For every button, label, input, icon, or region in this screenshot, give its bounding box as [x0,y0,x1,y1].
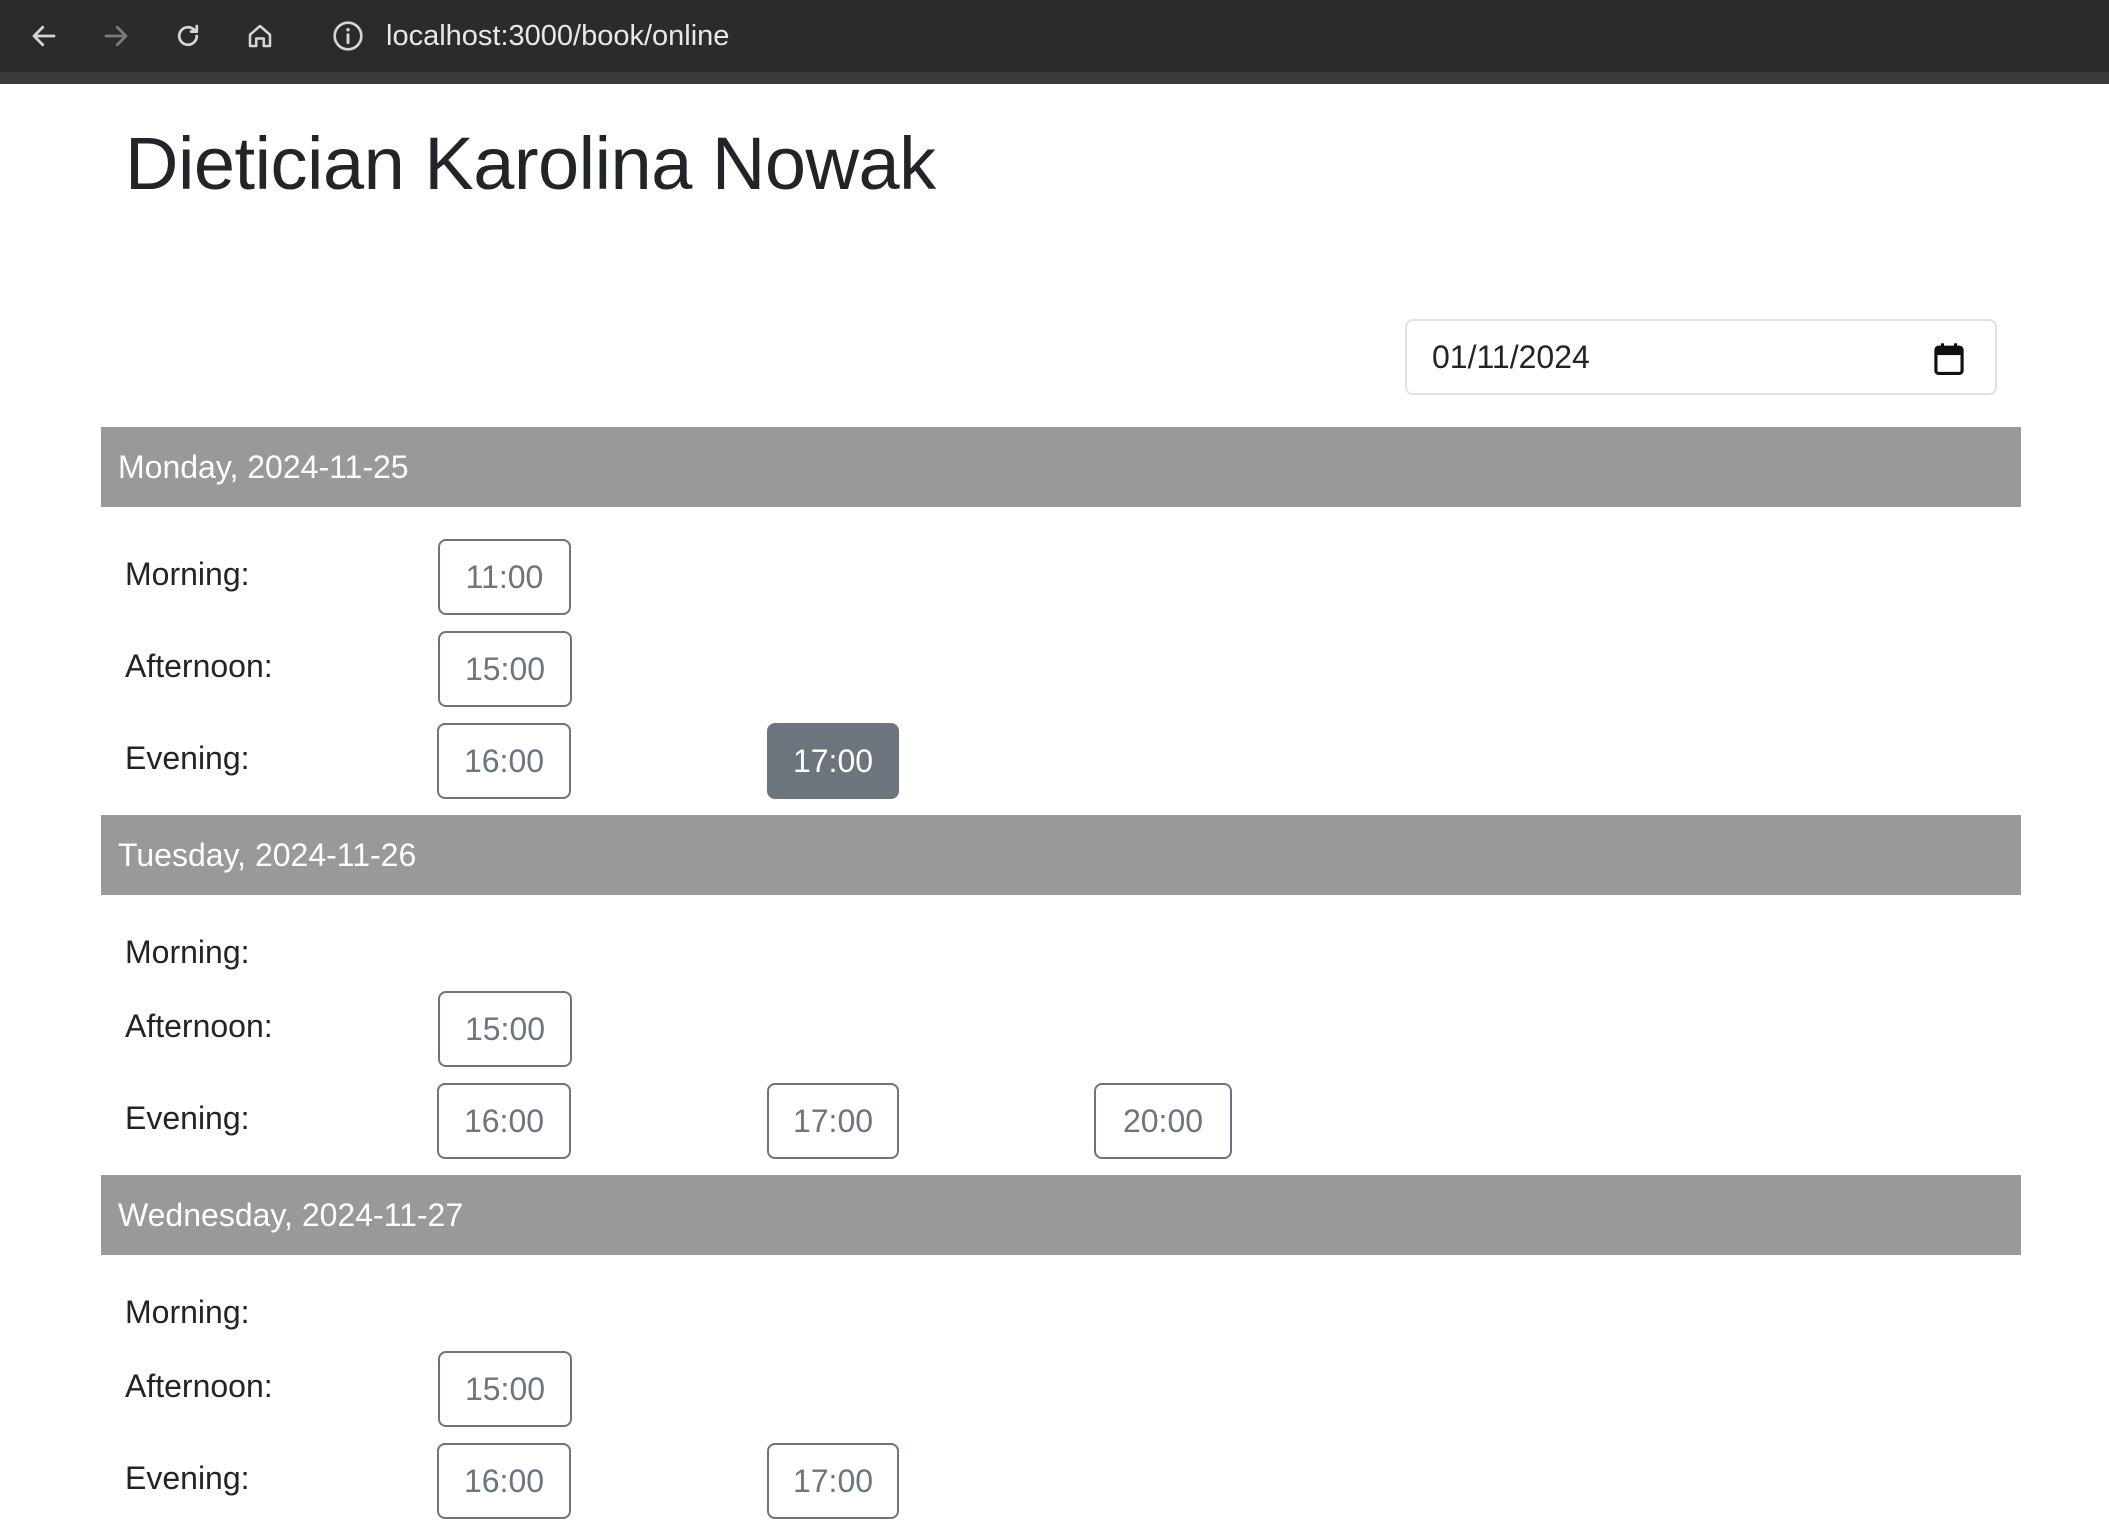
date-picker-input[interactable]: 01/11/2024 [1405,319,1997,395]
afternoon-label: Afternoon: [125,648,273,684]
time-slot-button[interactable]: 16:00 [437,723,571,799]
reload-icon[interactable] [168,16,208,56]
time-slot-button[interactable]: 20:00 [1094,1083,1232,1159]
back-arrow-icon[interactable] [24,16,64,56]
address-bar[interactable]: localhost:3000/book/online [312,4,2102,68]
afternoon-label: Afternoon: [125,1008,273,1044]
forward-arrow-icon[interactable] [96,16,136,56]
day-header-tuesday: Tuesday, 2024-11-26 [101,815,2021,895]
evening-label: Evening: [125,1460,250,1496]
time-slot-button-selected[interactable]: 17:00 [767,723,899,799]
time-slot-button[interactable]: 16:00 [437,1083,571,1159]
time-slot-button[interactable]: 17:00 [767,1443,899,1519]
day-header-wednesday: Wednesday, 2024-11-27 [101,1175,2021,1255]
evening-label: Evening: [125,740,250,776]
site-info-icon[interactable] [332,20,364,52]
page-title: Dietician Karolina Nowak [125,122,936,205]
morning-label: Morning: [125,556,250,592]
evening-label: Evening: [125,1100,250,1136]
date-value[interactable]: 01/11/2024 [1432,339,1590,376]
browser-toolbar: localhost:3000/book/online [0,0,2109,84]
time-slot-button[interactable]: 11:00 [438,539,571,615]
time-slot-button[interactable]: 15:00 [438,631,572,707]
time-slot-button[interactable]: 15:00 [438,1351,572,1427]
time-slot-button[interactable]: 16:00 [437,1443,571,1519]
calendar-icon[interactable] [1933,342,1965,376]
url-text[interactable]: localhost:3000/book/online [386,18,729,54]
home-icon[interactable] [240,16,280,56]
morning-label: Morning: [125,934,250,970]
time-slot-button[interactable]: 17:00 [767,1083,899,1159]
morning-label: Morning: [125,1294,250,1330]
time-slot-button[interactable]: 15:00 [438,991,572,1067]
day-header-monday: Monday, 2024-11-25 [101,427,2021,507]
afternoon-label: Afternoon: [125,1368,273,1404]
